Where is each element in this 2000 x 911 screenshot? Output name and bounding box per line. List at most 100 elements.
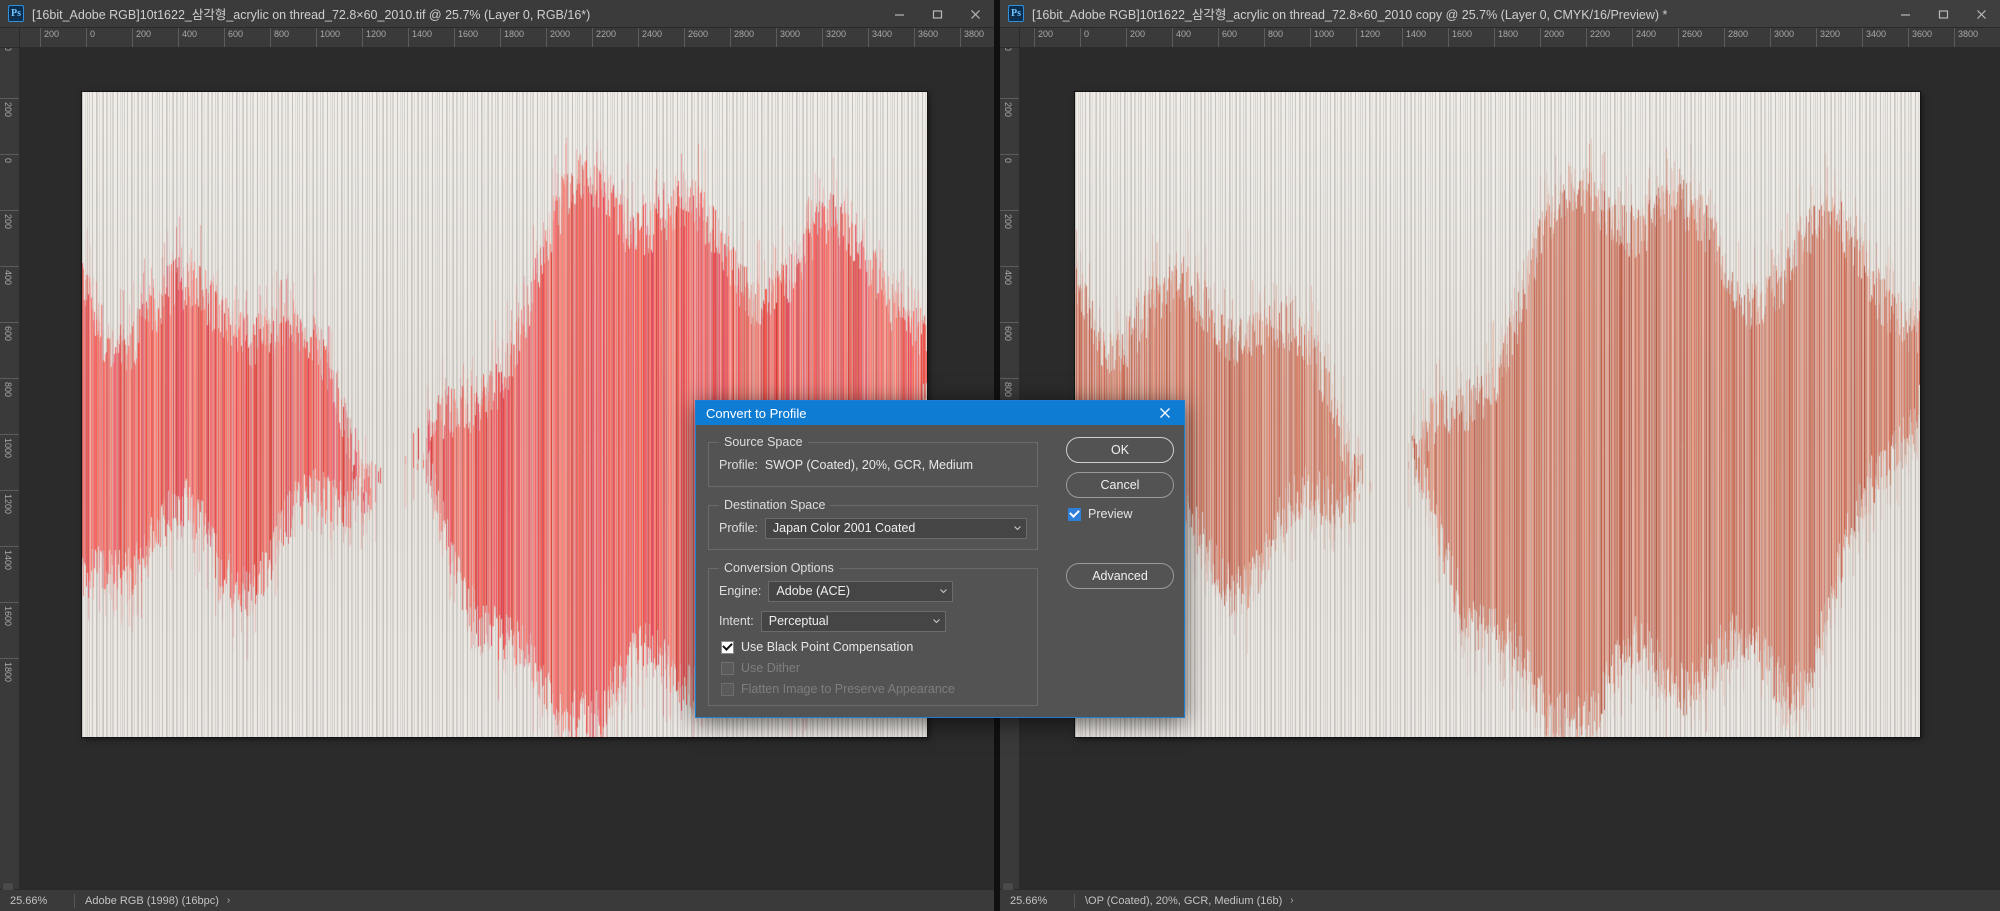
use-dither-label: Use Dither [741,661,801,675]
ruler-tick: 2800 [1724,28,1748,47]
horizontal-ruler-right[interactable]: 200 0 200 400 600 800 1000 1200 1400 1600 1800 2000… [1020,28,2000,48]
zoom-level-left[interactable]: 25.66% [0,895,74,907]
ruler-tick: 200 [40,28,59,47]
destination-profile-label: Profile: [719,521,758,535]
dialog-right-column: OK Cancel Preview Advanced [1066,437,1174,598]
ruler-tick: 0 [1000,48,1019,56]
conversion-options-group: Conversion Options Engine: Adobe (ACE) I… [708,561,1038,706]
conversion-options-legend: Conversion Options [724,561,834,575]
ruler-tick: 3400 [1862,28,1886,47]
dialog-title-bar[interactable]: Convert to Profile [696,401,1184,425]
window-controls-right [1886,0,2000,28]
artboard-right[interactable] [1075,92,1920,737]
ruler-tick: 2400 [638,28,662,47]
ruler-tick: 0 [0,154,19,168]
status-bar-left: 25.66% Adobe RGB (1998) (16bpc) › [0,882,994,911]
ruler-tick: 600 [224,28,243,47]
intent-select[interactable]: Perceptual [760,610,946,632]
ruler-tick: 1400 [1402,28,1426,47]
color-profile-text-left: Adobe RGB (1998) (16bpc) [85,894,219,907]
ruler-tick: 1800 [500,28,524,47]
ruler-tick: 2000 [1540,28,1564,47]
intent-row: Intent: Perceptual [719,609,1027,633]
chevron-down-icon [1014,526,1021,530]
ruler-tick: 3200 [822,28,846,47]
flatten-image-checkbox [721,682,734,696]
source-space-legend: Source Space [724,435,803,449]
destination-profile-select[interactable]: Japan Color 2001 Coated [764,517,1027,539]
minimize-icon[interactable] [880,0,918,28]
document-title-left: [16bit_Adobe RGB]10t1622_삼각형_acrylic on … [32,8,591,22]
minimize-icon[interactable] [1886,0,1924,28]
ruler-tick: 200 [1000,98,1019,117]
ruler-tick: 600 [1218,28,1237,47]
preview-row[interactable]: Preview [1068,507,1174,521]
ruler-tick: 3200 [1816,28,1840,47]
ruler-tick: 800 [1000,378,1019,397]
ruler-tick: 800 [0,378,19,397]
photoshop-logo-icon: Ps [1008,5,1024,22]
maximize-icon[interactable] [1924,0,1962,28]
ruler-tick: 1600 [0,602,19,626]
ruler-tick: 3600 [1908,28,1932,47]
vertical-ruler-left[interactable]: 0 200 0 200 400 600 800 1000 1200 1400 1600 1800 [0,48,20,889]
ruler-tick: 600 [1000,322,1019,341]
close-icon[interactable] [1152,402,1178,424]
preview-label: Preview [1088,507,1133,521]
ruler-tick: 1000 [0,434,19,458]
status-expand-arrow-left[interactable]: › [227,895,230,906]
ruler-tick: 200 [132,28,151,47]
ruler-tick: 2800 [730,28,754,47]
convert-to-profile-dialog: Convert to Profile Source Space Profile:… [695,400,1185,718]
source-space-group: Source Space Profile: SWOP (Coated), 20%… [708,435,1038,487]
document-title-right: [16bit_Adobe RGB]10t1622_삼각형_acrylic on … [1032,8,1668,22]
ok-button[interactable]: OK [1066,437,1174,463]
status-expand-arrow-right[interactable]: › [1290,895,1293,906]
source-profile-label: Profile: [719,458,758,472]
dialog-title: Convert to Profile [706,405,807,421]
flatten-image-label: Flatten Image to Preserve Appearance [741,682,956,696]
close-icon[interactable] [1962,0,2000,28]
ruler-tick: 200 [0,98,19,117]
title-bar-right[interactable]: Ps [16bit_Adobe RGB]10t1622_삼각형_acrylic … [1000,0,2000,28]
horizontal-ruler-left[interactable]: 200 0 200 400 600 800 1000 1200 1400 1600 1800 2000… [20,28,994,48]
destination-profile-row: Profile: Japan Color 2001 Coated [719,516,1027,540]
ruler-tick: 3600 [914,28,938,47]
document-info-left[interactable]: Adobe RGB (1998) (16bpc) › [75,895,230,907]
zoom-level-right[interactable]: 25.66% [1000,895,1074,907]
black-point-compensation-label: Use Black Point Compensation [741,640,914,654]
ruler-tick: 0 [0,48,19,56]
title-bar-left[interactable]: Ps [16bit_Adobe RGB]10t1622_삼각형_acrylic … [0,0,994,28]
intent-value: Perceptual [768,614,829,628]
ruler-tick: 2200 [592,28,616,47]
ruler-tick: 3000 [776,28,800,47]
ruler-tick: 3400 [868,28,892,47]
maximize-icon[interactable] [918,0,956,28]
close-icon[interactable] [956,0,994,28]
advanced-button[interactable]: Advanced [1066,563,1174,589]
ruler-tick: 1800 [0,658,19,682]
ruler-tick: 800 [1264,28,1283,47]
document-info-right[interactable]: \OP (Coated), 20%, GCR, Medium (16b) › [1075,895,1294,907]
flatten-image-row: Flatten Image to Preserve Appearance [721,682,1027,696]
ruler-tick: 3800 [1954,28,1978,47]
ruler-tick: 400 [1000,266,1019,285]
ruler-tick: 1000 [316,28,340,47]
black-point-compensation-checkbox[interactable] [721,640,734,654]
use-dither-checkbox [721,661,734,675]
destination-space-group: Destination Space Profile: Japan Color 2… [708,498,1038,550]
ruler-tick: 0 [86,28,95,47]
preview-checkbox[interactable] [1068,507,1081,521]
ruler-tick: 0 [1000,154,1019,168]
use-dither-row: Use Dither [721,661,1027,675]
ruler-tick: 400 [178,28,197,47]
black-point-compensation-row[interactable]: Use Black Point Compensation [721,640,1027,654]
ruler-tick: 800 [270,28,289,47]
intent-label: Intent: [719,614,754,628]
cancel-button[interactable]: Cancel [1066,472,1174,498]
engine-row: Engine: Adobe (ACE) [719,579,1027,603]
ruler-corner-right [1000,28,1020,48]
dialog-body: Source Space Profile: SWOP (Coated), 20%… [696,425,1184,719]
destination-profile-value: Japan Color 2001 Coated [772,521,916,535]
engine-select[interactable]: Adobe (ACE) [768,580,954,602]
